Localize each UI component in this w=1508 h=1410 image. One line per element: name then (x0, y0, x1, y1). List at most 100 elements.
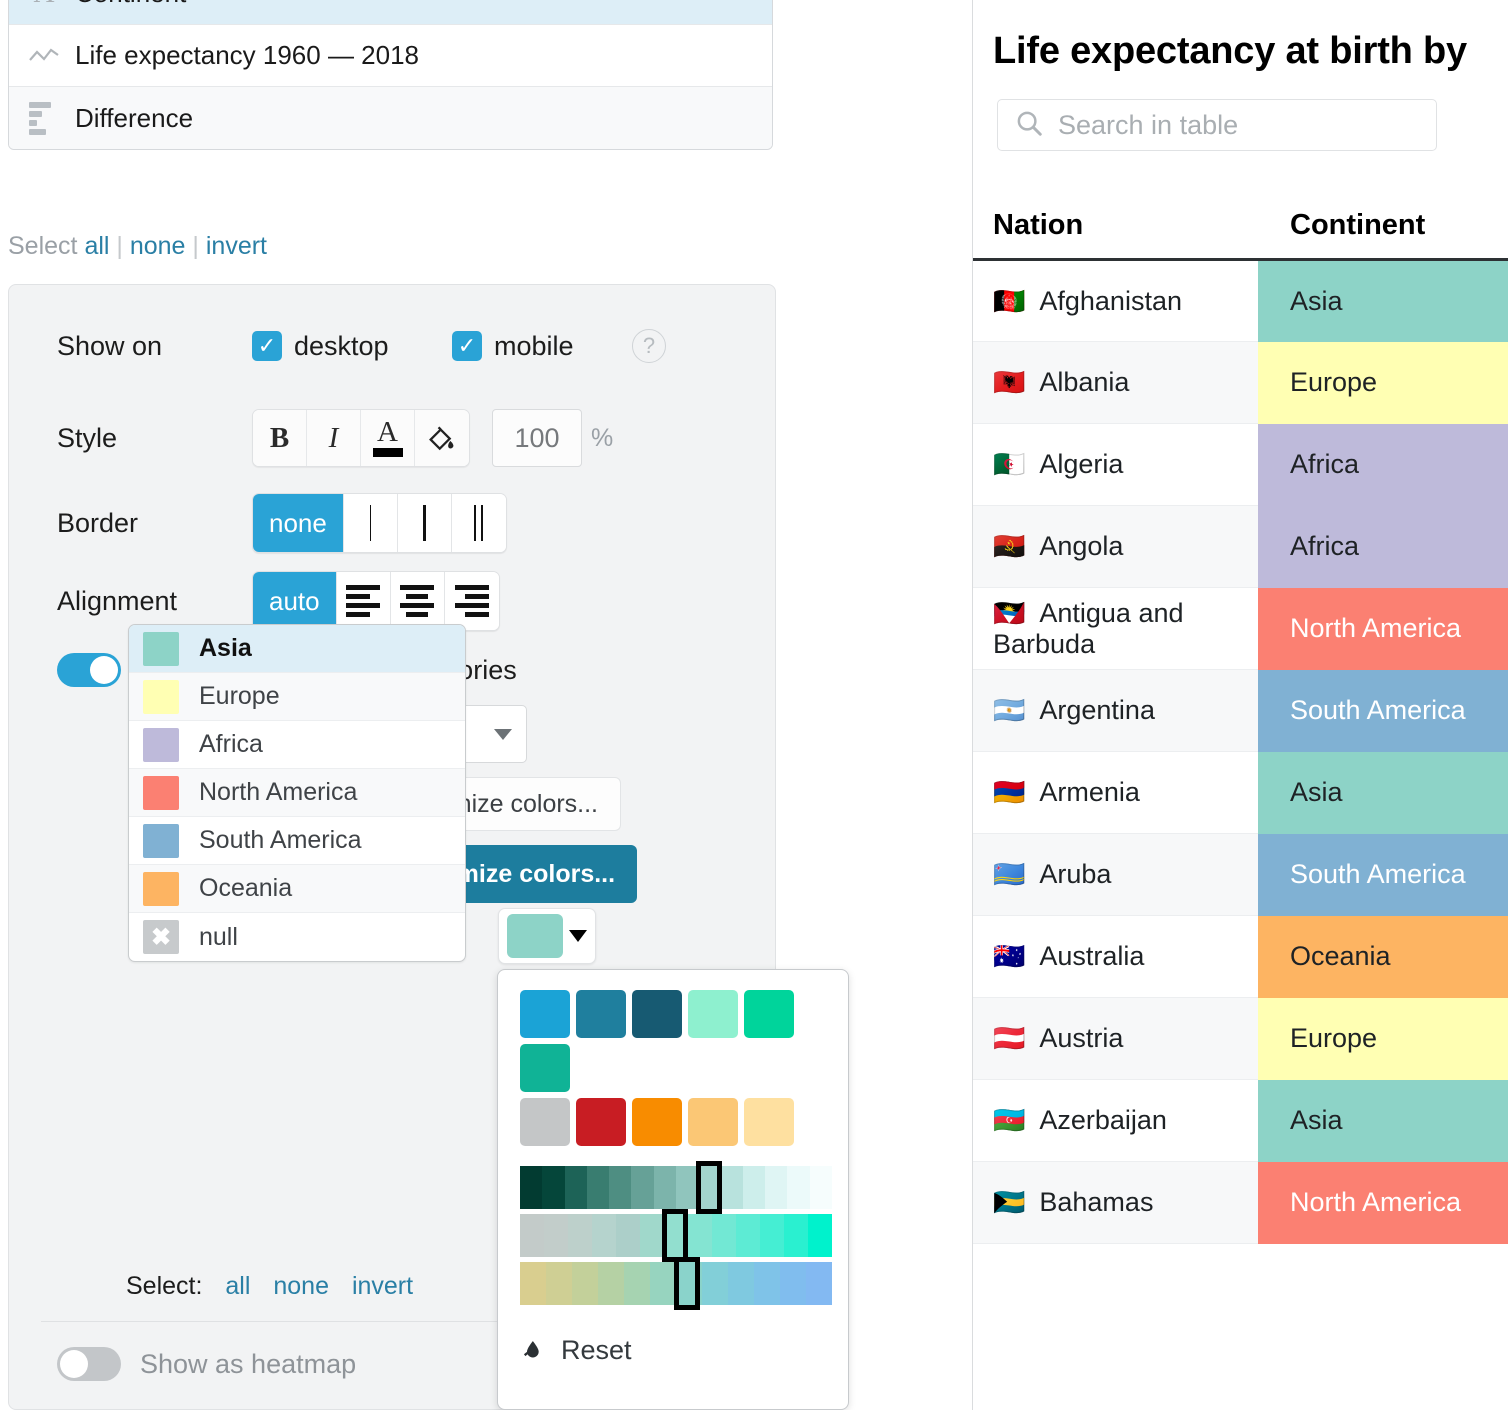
ramp-step[interactable] (728, 1262, 754, 1305)
ramp-step[interactable] (808, 1214, 832, 1257)
palette-swatch[interactable] (576, 990, 626, 1038)
color-cells-toggle[interactable] (57, 653, 121, 687)
category-color-swatch[interactable] (143, 823, 179, 858)
ramp-step[interactable] (572, 1262, 598, 1305)
ramp-step[interactable] (809, 1166, 832, 1209)
ramp-step[interactable] (586, 1166, 610, 1209)
ramp-step[interactable] (787, 1166, 810, 1209)
ramp-step[interactable] (568, 1214, 592, 1257)
border-thick-icon[interactable] (397, 494, 452, 552)
ramp-step[interactable] (546, 1262, 572, 1305)
palette-swatch[interactable] (632, 1098, 682, 1146)
align-right-icon[interactable] (444, 572, 499, 630)
column-item-life-expectancy-1960-2018[interactable]: Life expectancy 1960 — 2018 (9, 25, 772, 87)
color-swatch-dropdown-button[interactable] (498, 908, 596, 964)
table-row[interactable]: 🇦🇴 Angola Africa (973, 505, 1508, 588)
palette-swatch[interactable] (520, 990, 570, 1038)
gradient-ramp-khaki-to-blue[interactable] (520, 1257, 832, 1310)
ramp-step[interactable] (754, 1262, 780, 1305)
palette-swatch[interactable] (688, 1098, 738, 1146)
table-row[interactable]: 🇦🇫 Afghanistan Asia (973, 259, 1508, 342)
ramp-step[interactable] (564, 1166, 587, 1209)
desktop-checkbox[interactable]: ✓ (252, 331, 282, 361)
cat-select-all-link[interactable]: all (225, 1272, 250, 1300)
ramp-step[interactable] (520, 1214, 544, 1257)
cat-select-none-link[interactable]: none (273, 1272, 329, 1300)
help-icon[interactable]: ? (632, 329, 666, 363)
table-row[interactable]: 🇧🇸 Bahamas North America (973, 1161, 1508, 1244)
palette-swatch[interactable] (744, 1098, 794, 1146)
ramp-step[interactable] (675, 1166, 699, 1209)
category-color-swatch[interactable] (143, 871, 179, 906)
palette-swatch[interactable] (632, 990, 682, 1038)
italic-button[interactable]: I (307, 410, 361, 466)
category-item-asia[interactable]: Asia (129, 625, 465, 673)
cat-select-invert-link[interactable]: invert (352, 1272, 413, 1300)
ramp-step[interactable] (653, 1166, 676, 1209)
ramp-step[interactable] (736, 1214, 760, 1257)
fill-bucket-icon[interactable] (415, 410, 469, 466)
gradient-ramp-grey-to-turquoise[interactable] (520, 1209, 832, 1262)
align-auto-button[interactable]: auto (253, 572, 337, 630)
ramp-step[interactable] (806, 1262, 832, 1305)
ramp-step[interactable] (542, 1166, 565, 1209)
category-item-africa[interactable]: Africa (129, 721, 465, 769)
palette-swatch[interactable] (744, 990, 794, 1038)
select-invert-link[interactable]: invert (206, 232, 267, 260)
border-thin-icon[interactable] (343, 494, 398, 552)
ramp-step[interactable] (592, 1214, 616, 1257)
ramp-step[interactable] (650, 1262, 676, 1305)
search-input[interactable]: Search in table (997, 99, 1437, 151)
opacity-input[interactable]: 100 (492, 409, 582, 467)
select-none-link[interactable]: none (130, 232, 186, 260)
column-header-nation[interactable]: Nation (973, 209, 1258, 261)
category-color-swatch[interactable] (143, 775, 179, 810)
column-item-continent[interactable]: A Continent (9, 0, 772, 25)
gradient-ramp-teal-dark-to-light[interactable] (520, 1161, 832, 1214)
select-all-link[interactable]: all (84, 232, 109, 260)
palette-swatch[interactable] (576, 1098, 626, 1146)
ramp-cursor[interactable] (674, 1257, 700, 1310)
category-item-oceania[interactable]: Oceania (129, 865, 465, 913)
ramp-step[interactable] (598, 1262, 624, 1305)
ramp-step[interactable] (702, 1262, 728, 1305)
category-item-null[interactable]: ✖ null (129, 913, 465, 961)
mobile-checkbox[interactable]: ✓ (452, 331, 482, 361)
category-color-swatch[interactable] (143, 631, 179, 666)
ramp-step[interactable] (520, 1166, 543, 1209)
table-row[interactable]: 🇦🇹 Austria Europe (973, 997, 1508, 1080)
category-color-swatch[interactable] (143, 679, 179, 714)
category-color-swatch[interactable] (143, 727, 179, 762)
category-item-north-america[interactable]: North America (129, 769, 465, 817)
table-row[interactable]: 🇦🇺 Australia Oceania (973, 915, 1508, 998)
align-left-icon[interactable] (336, 572, 391, 630)
table-row[interactable]: 🇦🇬 Antigua and Barbuda North America (973, 587, 1508, 670)
ramp-step[interactable] (780, 1262, 806, 1305)
heatmap-toggle[interactable] (57, 1347, 121, 1381)
ramp-cursor[interactable] (696, 1161, 723, 1214)
bold-button[interactable]: B (253, 410, 307, 466)
table-row[interactable]: 🇦🇱 Albania Europe (973, 341, 1508, 424)
table-row[interactable]: 🇩🇿 Algeria Africa (973, 423, 1508, 506)
ramp-cursor[interactable] (662, 1209, 688, 1262)
palette-swatch[interactable] (688, 990, 738, 1038)
ramp-step[interactable] (720, 1166, 743, 1209)
table-row[interactable]: 🇦🇲 Armenia Asia (973, 751, 1508, 834)
column-item-difference[interactable]: Difference (9, 87, 772, 149)
ramp-step[interactable] (712, 1214, 736, 1257)
category-color-swatch[interactable]: ✖ (143, 920, 179, 954)
table-row[interactable]: 🇦🇼 Aruba South America (973, 833, 1508, 916)
text-color-button[interactable]: A (361, 410, 415, 466)
ramp-step[interactable] (624, 1262, 650, 1305)
ramp-step[interactable] (616, 1214, 640, 1257)
ramp-step[interactable] (784, 1214, 808, 1257)
ramp-step[interactable] (609, 1166, 632, 1209)
align-center-icon[interactable] (390, 572, 445, 630)
reset-color-button[interactable]: Reset (520, 1333, 826, 1368)
ramp-step[interactable] (631, 1166, 654, 1209)
ramp-step[interactable] (520, 1262, 546, 1305)
palette-swatch[interactable] (520, 1098, 570, 1146)
column-header-continent[interactable]: Continent (1258, 209, 1508, 261)
category-item-south-america[interactable]: South America (129, 817, 465, 865)
category-item-europe[interactable]: Europe (129, 673, 465, 721)
